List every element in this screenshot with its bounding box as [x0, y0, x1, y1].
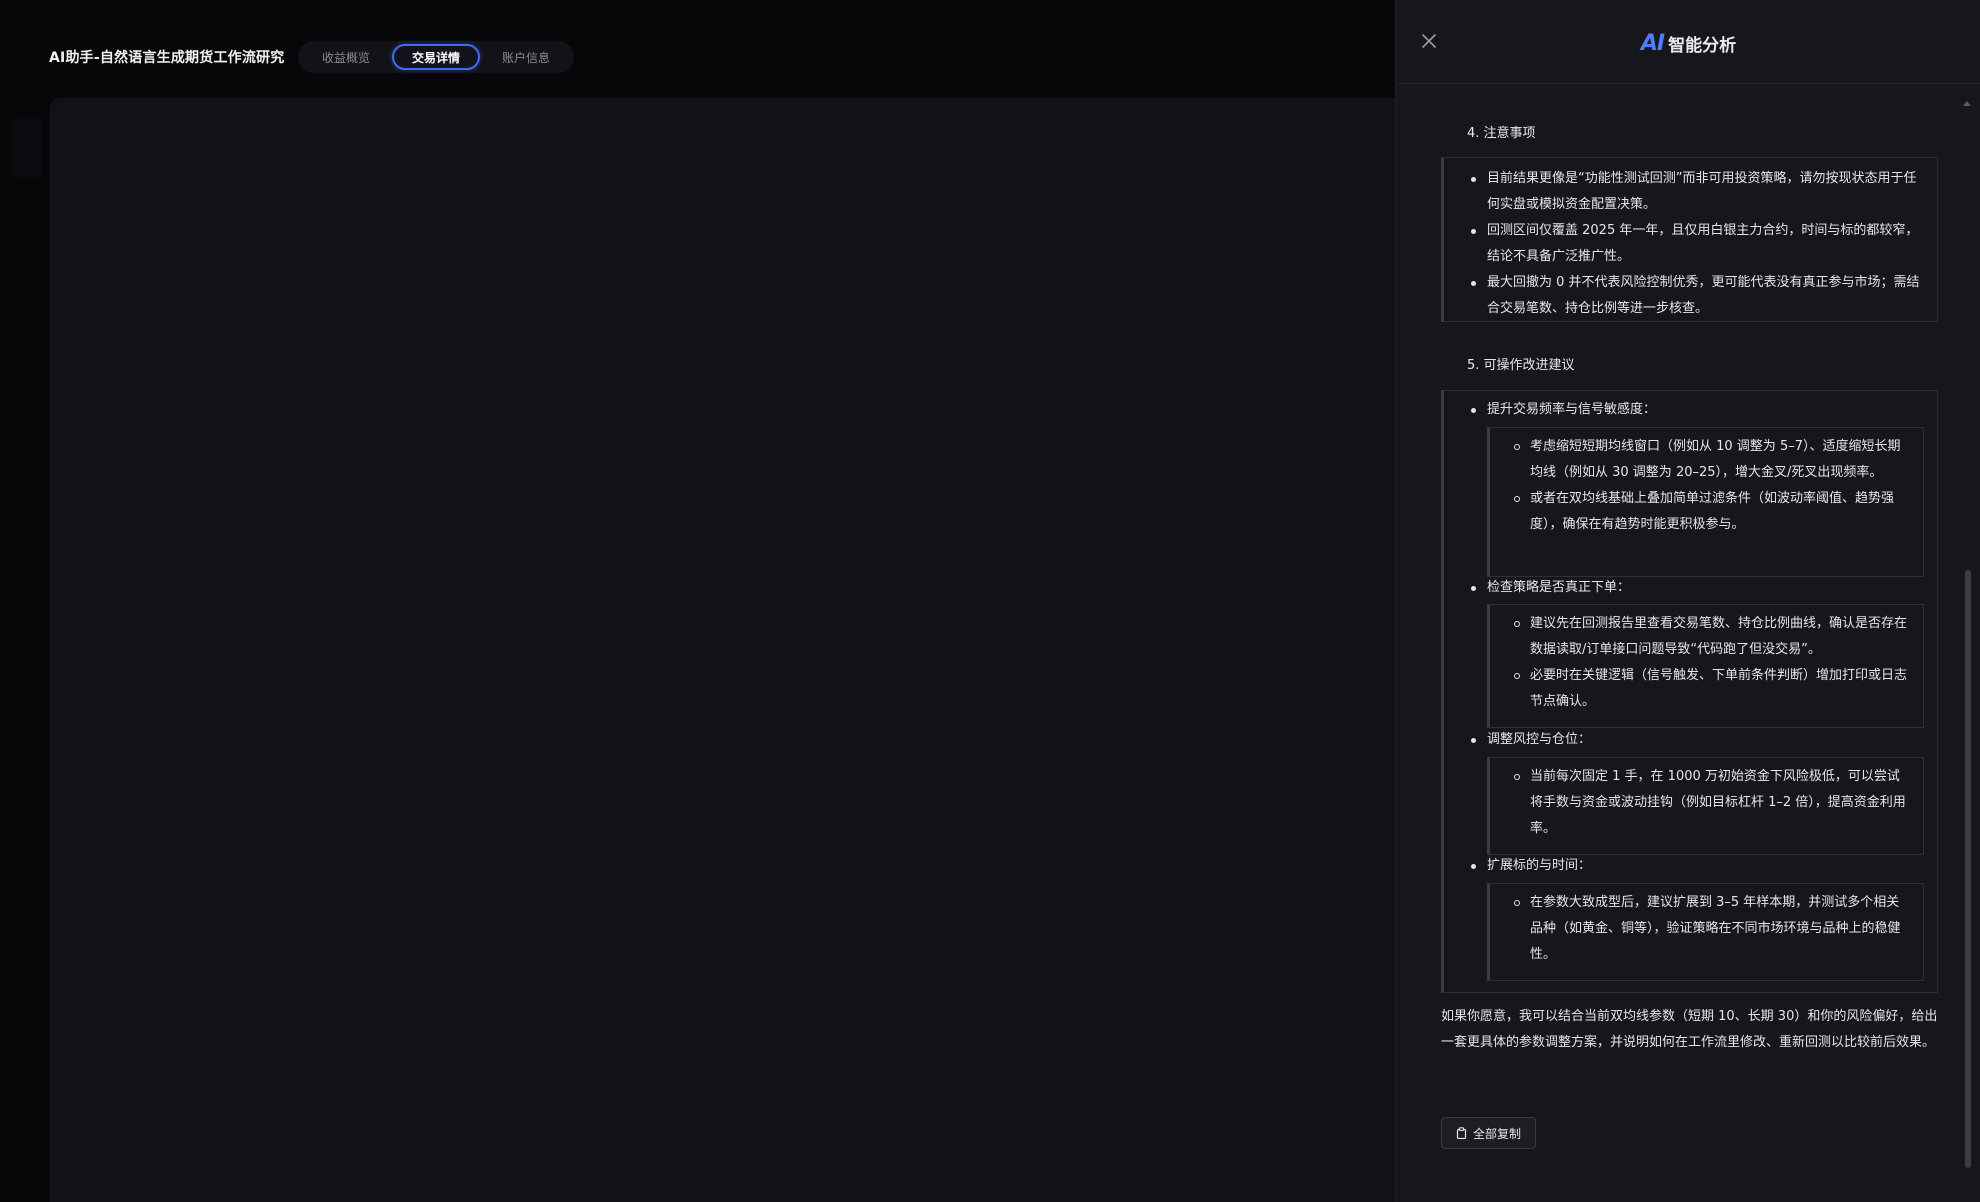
suggestion-group: 调整风控与仓位：: [1471, 727, 1591, 753]
circle-bullet-icon: [1514, 900, 1520, 906]
drawer-title-text: 智能分析: [1668, 35, 1737, 56]
ghost-element: [12, 118, 42, 178]
bullet-icon: [1471, 229, 1476, 234]
circle-bullet-icon: [1514, 496, 1520, 502]
list-item: 考虑缩短短期均线窗口（例如从 10 调整为 5–7）、适度缩短长期均线（例如从 …: [1514, 434, 1910, 486]
nested-block: 当前每次固定 1 手，在 1000 万初始资金下风险极低，可以尝试将手数与资金或…: [1487, 757, 1924, 855]
drawer-header: AI 智能分析: [1396, 0, 1980, 84]
app-title: AI助手-自然语言生成期货工作流研究: [49, 50, 285, 66]
suggestion-group: 扩展标的与时间：: [1471, 853, 1591, 879]
section-heading-5: 5. 可操作改进建议: [1467, 358, 1575, 373]
nested-block: 考虑缩短短期均线窗口（例如从 10 调整为 5–7）、适度缩短长期均线（例如从 …: [1487, 427, 1924, 577]
bullet-icon: [1471, 738, 1476, 743]
notes-block: 目前结果更像是“功能性测试回测”而非可用投资策略，请勿按现状态用于任何实盘或模拟…: [1441, 157, 1938, 322]
tab-trade-details[interactable]: 交易详情: [392, 44, 481, 70]
bullet-icon: [1471, 281, 1476, 286]
section-heading-4: 4. 注意事项: [1467, 126, 1536, 141]
analysis-content[interactable]: 4. 注意事项 目前结果更像是“功能性测试回测”而非可用投资策略，请勿按现状态用…: [1396, 85, 1980, 1202]
circle-bullet-icon: [1514, 673, 1520, 679]
scroll-up-arrow-icon[interactable]: [1963, 101, 1971, 106]
list-item: 或者在双均线基础上叠加简单过滤条件（如波动率阈值、趋势强度），确保在有趋势时能更…: [1514, 486, 1910, 538]
clipboard-icon: [1456, 1127, 1467, 1139]
copy-all-label: 全部复制: [1472, 1126, 1521, 1141]
suggestion-group: 提升交易频率与信号敏感度：: [1471, 397, 1656, 423]
list-item: 目前结果更像是“功能性测试回测”而非可用投资策略，请勿按现状态用于任何实盘或模拟…: [1471, 166, 1927, 218]
list-item: 在参数大致成型后，建议扩展到 3–5 年样本期，并测试多个相关品种（如黄金、铜等…: [1514, 890, 1910, 968]
circle-bullet-icon: [1514, 774, 1520, 780]
list-item: 当前每次固定 1 手，在 1000 万初始资金下风险极低，可以尝试将手数与资金或…: [1514, 764, 1910, 842]
copy-all-button[interactable]: 全部复制: [1441, 1117, 1536, 1149]
tab-bar: 收益概览 交易详情 账户信息: [298, 41, 575, 73]
circle-bullet-icon: [1514, 621, 1520, 627]
suggestion-group: 检查策略是否真正下单：: [1471, 575, 1630, 601]
suggestions-block: 提升交易频率与信号敏感度： 考虑缩短短期均线窗口（例如从 10 调整为 5–7）…: [1441, 390, 1938, 993]
main-content-panel: [12, 98, 1450, 1202]
bullet-icon: [1471, 864, 1476, 869]
bullet-icon: [1471, 586, 1476, 591]
ai-analysis-drawer: AI 智能分析 4. 注意事项 目前结果更像是“功能性测试回测”而非可用投资策略…: [1395, 0, 1980, 1202]
closing-paragraph: 如果你愿意，我可以结合当前双均线参数（短期 10、长期 30）和你的风险偏好，给…: [1441, 1009, 1938, 1050]
nested-block: 建议先在回测报告里查看交易笔数、持仓比例曲线，确认是否存在数据读取/订单接口问题…: [1487, 604, 1924, 728]
list-item: 最大回撤为 0 并不代表风险控制优秀，更可能代表没有真正参与市场；需结合交易笔数…: [1471, 270, 1927, 322]
bullet-icon: [1471, 408, 1476, 413]
tab-revenue-overview[interactable]: 收益概览: [304, 44, 388, 70]
ai-logo: AI: [1640, 30, 1665, 56]
scrollbar-thumb[interactable]: [1965, 570, 1971, 1168]
nested-block: 在参数大致成型后，建议扩展到 3–5 年样本期，并测试多个相关品种（如黄金、铜等…: [1487, 883, 1924, 981]
list-item: 回测区间仅覆盖 2025 年一年，且仅用白银主力合约，时间与标的都较窄，结论不具…: [1471, 218, 1927, 270]
circle-bullet-icon: [1514, 444, 1520, 450]
bullet-icon: [1471, 177, 1476, 182]
drawer-title: AI 智能分析: [1396, 26, 1980, 60]
list-item: 必要时在关键逻辑（信号触发、下单前条件判断）增加打印或日志节点确认。: [1514, 663, 1910, 715]
list-item: 建议先在回测报告里查看交易笔数、持仓比例曲线，确认是否存在数据读取/订单接口问题…: [1514, 611, 1910, 663]
tab-account-info[interactable]: 账户信息: [484, 44, 568, 70]
